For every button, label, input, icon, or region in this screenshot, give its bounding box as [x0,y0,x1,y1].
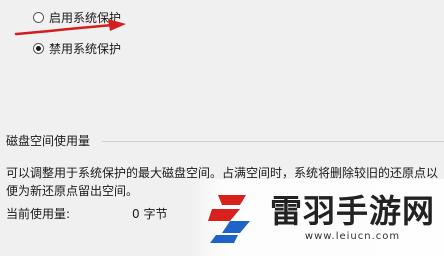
current-usage-value: 0 字节 [132,207,168,221]
disk-usage-title: 磁盘空间使用量 [6,134,91,148]
disk-usage-section-header: 磁盘空间使用量 [6,132,444,149]
current-usage-row: 当前使用量: 0 字节 [6,205,167,222]
disable-protection-radio[interactable]: 禁用系统保护 [33,40,121,57]
annotation-arrow-icon [14,19,126,36]
site-watermark: 雷羽手游网 www.leiucn.com [188,179,444,256]
lightning-s-logo-icon [208,194,250,243]
radio-selected-icon[interactable] [33,43,44,54]
disable-protection-label: 禁用系统保护 [49,42,122,56]
watermark-title: 雷羽手游网 [270,192,436,230]
current-usage-label: 当前使用量: [6,207,71,221]
section-divider [102,141,444,142]
watermark-url: www.leiucn.com [304,231,401,242]
